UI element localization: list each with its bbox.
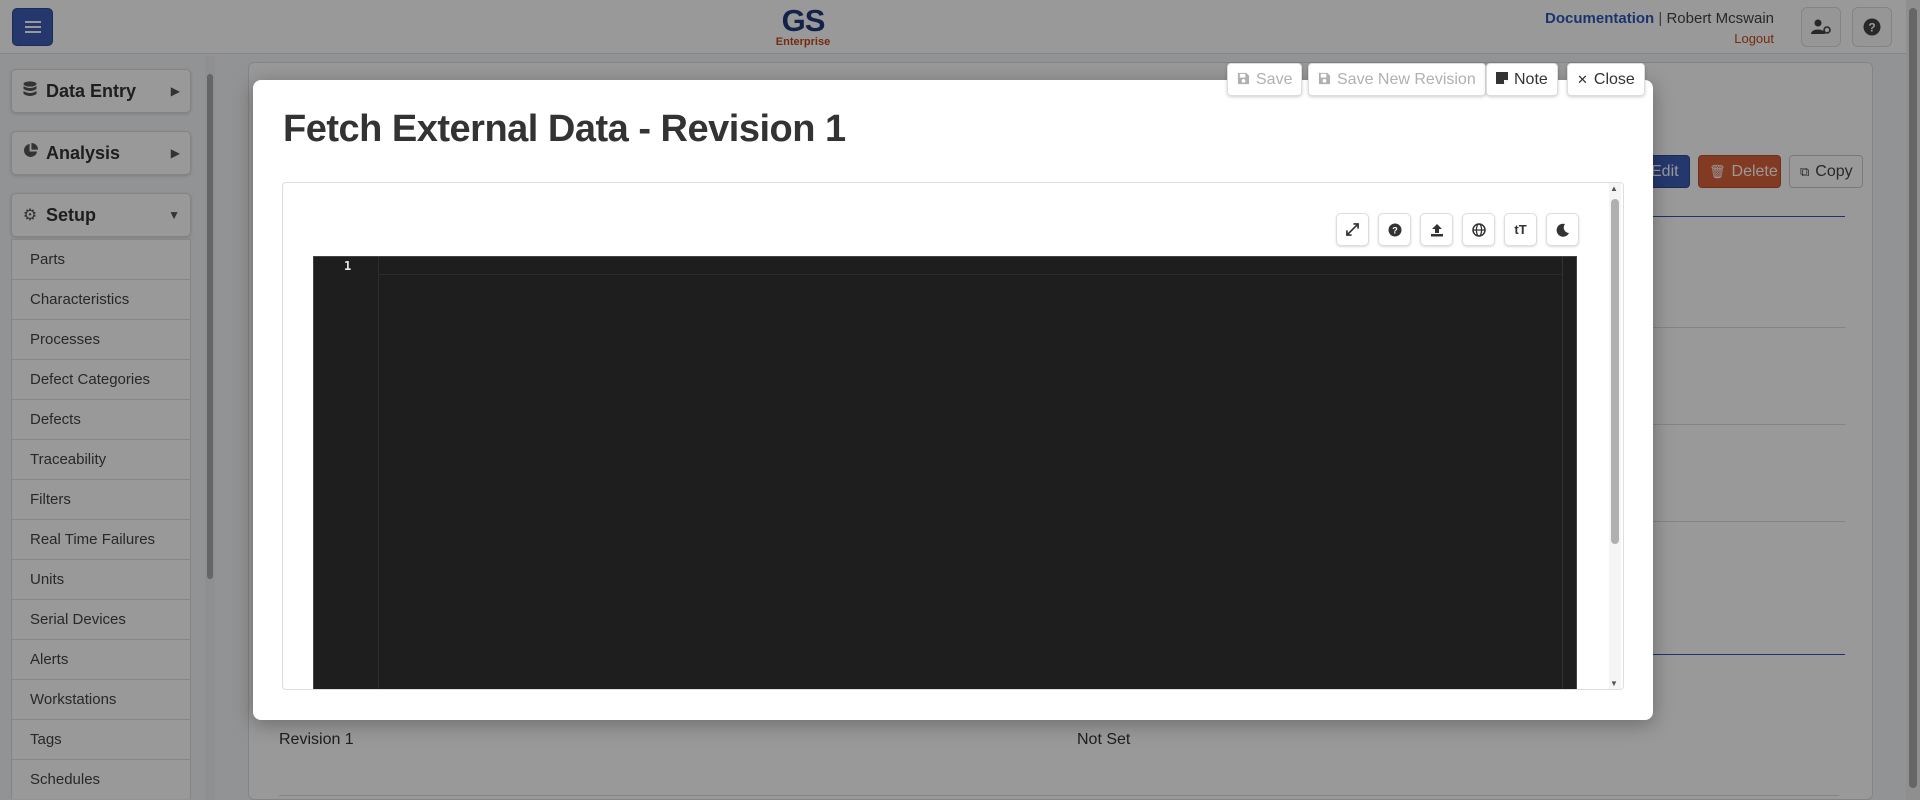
editor-scrollbar[interactable]	[1562, 257, 1576, 689]
upload-icon	[1430, 223, 1443, 236]
globe-icon	[1471, 222, 1486, 237]
editor-container: ? tT 1 ▲ ▼	[282, 182, 1624, 690]
note-label: Note	[1514, 70, 1548, 88]
modal-title: Fetch External Data - Revision 1	[283, 108, 846, 150]
floppy-disk-icon	[1318, 72, 1331, 88]
fullscreen-button[interactable]	[1336, 213, 1369, 246]
sticky-note-icon	[1496, 72, 1508, 87]
close-button[interactable]: ✕ Close	[1567, 63, 1645, 96]
upload-button[interactable]	[1420, 213, 1453, 246]
save-button[interactable]: Save	[1227, 63, 1303, 96]
scroll-up-icon[interactable]: ▲	[1610, 184, 1618, 193]
line-number-gutter: 1	[314, 257, 379, 689]
save-new-revision-label: Save New Revision	[1337, 70, 1476, 88]
save-new-revision-button[interactable]: Save New Revision	[1308, 63, 1486, 96]
active-line[interactable]	[379, 257, 1562, 275]
close-label: Close	[1593, 70, 1635, 88]
external-source-button[interactable]	[1462, 213, 1495, 246]
moon-icon	[1556, 223, 1569, 237]
dark-mode-button[interactable]	[1546, 213, 1579, 246]
scroll-down-icon[interactable]: ▼	[1610, 679, 1618, 688]
code-editor[interactable]: 1	[313, 256, 1577, 689]
editor-frame-scroll-thumb[interactable]	[1611, 199, 1619, 544]
svg-text:?: ?	[1392, 225, 1398, 235]
editor-help-button[interactable]: ?	[1378, 213, 1411, 246]
help-icon: ?	[1388, 223, 1401, 236]
save-label: Save	[1256, 70, 1293, 88]
note-button[interactable]: Note	[1486, 63, 1558, 96]
floppy-disk-icon	[1237, 72, 1250, 88]
close-icon: ✕	[1577, 71, 1588, 87]
text-size-button[interactable]: tT	[1504, 213, 1537, 246]
line-number: 1	[344, 259, 352, 273]
text-size-icon: tT	[1514, 222, 1527, 237]
expand-icon	[1346, 223, 1359, 236]
editor-frame-scrollbar[interactable]: ▲ ▼	[1609, 183, 1621, 689]
